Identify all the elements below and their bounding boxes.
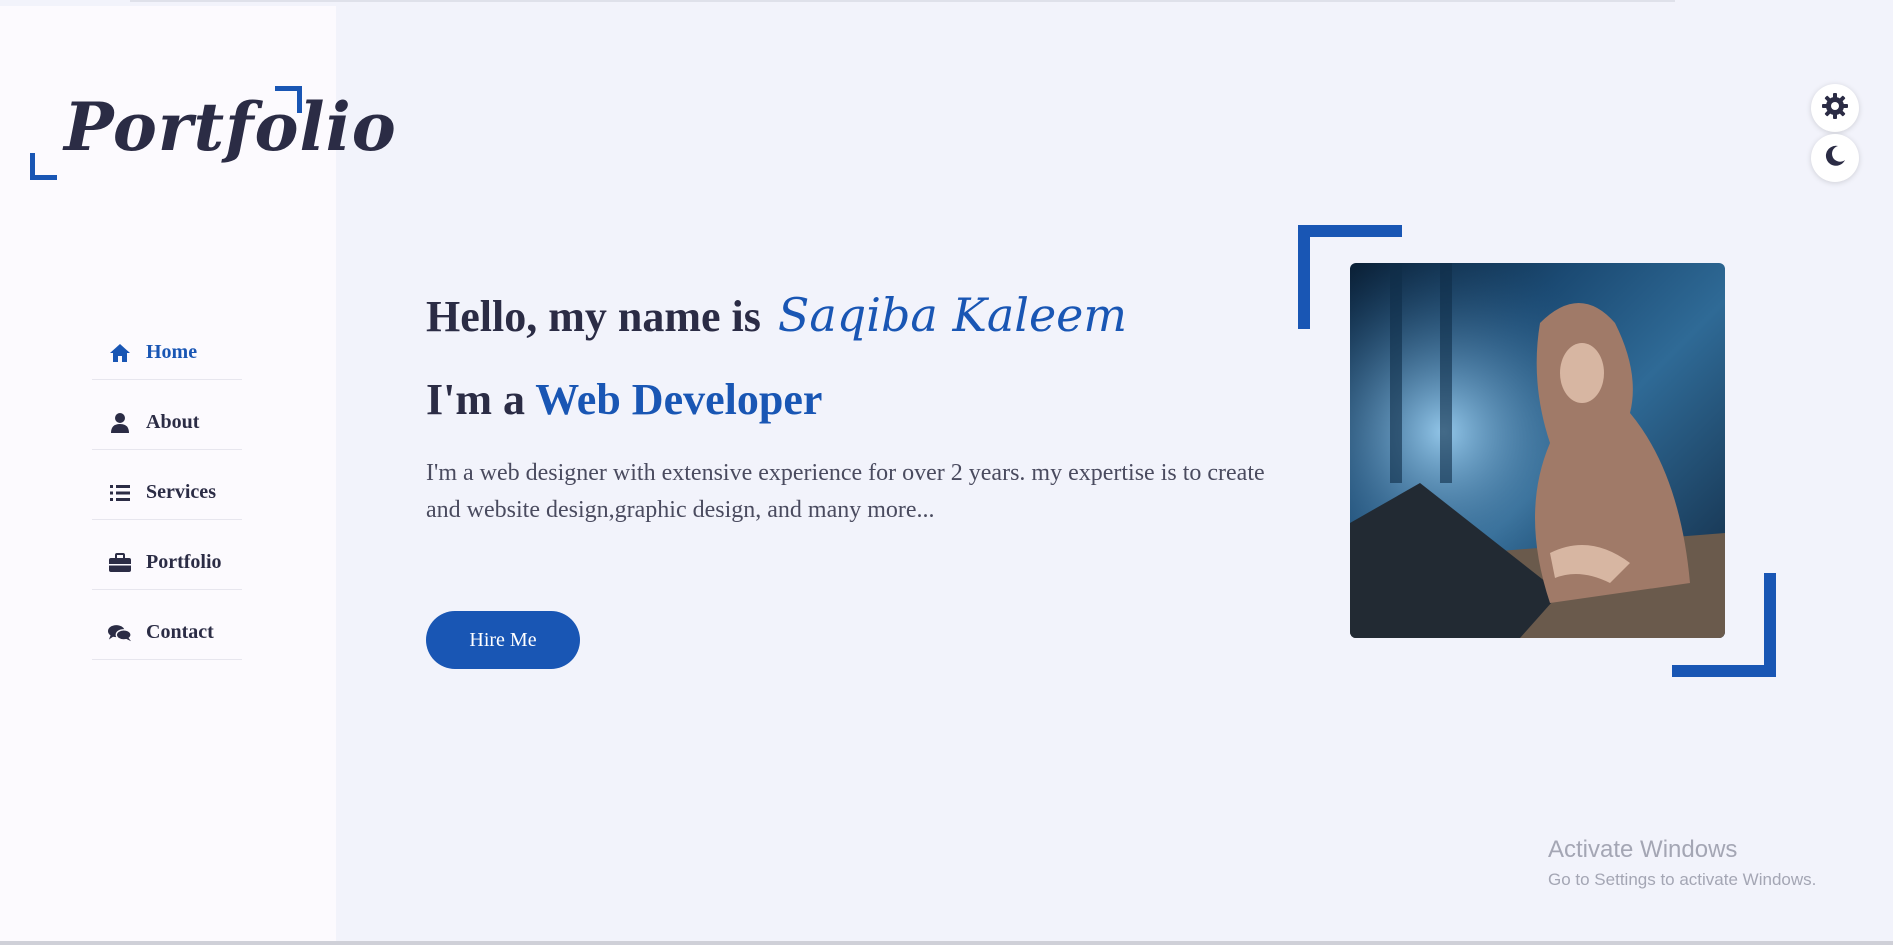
bottom-border: [0, 941, 1893, 945]
nav-item-about[interactable]: About: [92, 396, 242, 450]
role-title: Web Developer: [535, 375, 823, 424]
gear-icon: [1822, 92, 1848, 124]
nav-label-home: Home: [146, 341, 198, 363]
nav-item-services[interactable]: Services: [92, 466, 242, 520]
role-prefix: I'm a: [426, 375, 525, 424]
nav-label-portfolio: Portfolio: [146, 551, 222, 573]
hero-role: I'm a Web Developer: [426, 374, 1266, 425]
settings-button[interactable]: [1811, 84, 1859, 132]
windows-activation-watermark: Activate Windows Go to Settings to activ…: [1548, 836, 1816, 890]
top-border: [130, 0, 1675, 2]
home-icon: [108, 341, 132, 365]
comments-icon: [108, 621, 132, 645]
activate-subtitle: Go to Settings to activate Windows.: [1548, 870, 1817, 889]
nav-item-home[interactable]: Home: [92, 326, 242, 380]
sidebar: Portfolio Home About Services Portfolio: [0, 6, 396, 941]
nav-item-portfolio[interactable]: Portfolio: [92, 536, 242, 590]
hero-greeting: Hello, my name is Saqiba Kaleem: [426, 288, 1266, 342]
nav-item-contact[interactable]: Contact: [92, 606, 242, 660]
briefcase-icon: [108, 551, 132, 575]
hero-section: Hello, my name is Saqiba Kaleem I'm a We…: [426, 288, 1266, 553]
logo-text: Portfolio: [64, 88, 397, 166]
profile-photo-frame: [1298, 225, 1776, 677]
logo-corner-bottom-left: [30, 153, 57, 180]
theme-toggle-button[interactable]: [1811, 134, 1859, 182]
greeting-text: Hello, my name is: [426, 292, 761, 341]
list-icon: [108, 481, 132, 505]
logo[interactable]: Portfolio: [30, 86, 396, 180]
main-nav: Home About Services Portfolio Contact: [92, 326, 242, 676]
hero-name: Saqiba Kaleem: [777, 288, 1128, 342]
nav-label-about: About: [146, 411, 200, 433]
hero-description: I'm a web designer with extensive experi…: [426, 460, 1265, 523]
hire-me-button[interactable]: Hire Me: [426, 611, 580, 669]
moon-icon: [1824, 145, 1846, 172]
activate-title: Activate Windows: [1548, 836, 1738, 863]
user-icon: [108, 411, 132, 435]
nav-label-services: Services: [146, 481, 216, 503]
profile-photo: [1350, 263, 1725, 638]
nav-label-contact: Contact: [146, 621, 214, 643]
